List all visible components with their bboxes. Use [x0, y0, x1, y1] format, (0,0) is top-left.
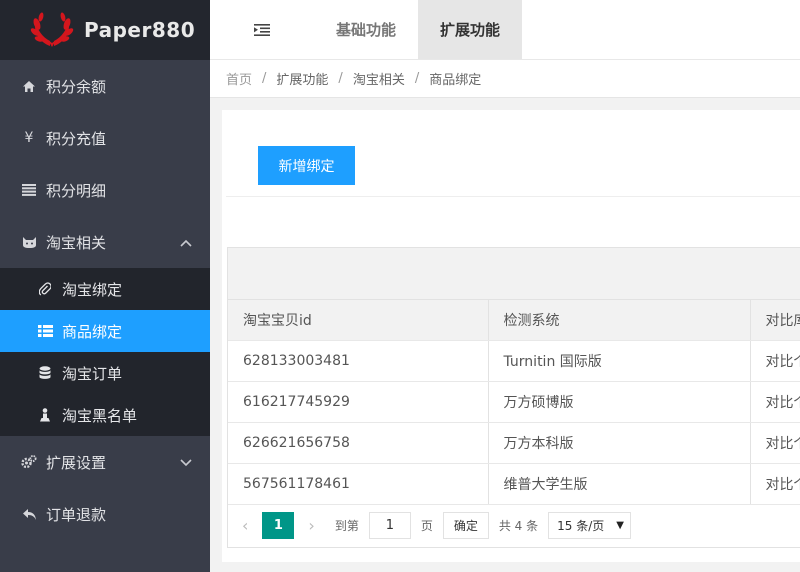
table-cell: 对比个	[750, 340, 800, 382]
jump-label: 到第	[334, 519, 359, 533]
laurel-logo-icon	[30, 12, 74, 47]
table-cell: 628133003481	[228, 340, 489, 382]
reply-icon	[20, 508, 38, 521]
table-list-icon	[36, 325, 54, 337]
content-card: 新增绑定 淘宝宝贝id 检测系统 对比库 628133003481 Turnit…	[222, 110, 800, 562]
chevron-up-icon	[180, 233, 192, 251]
sidebar-item-label: 淘宝黑名单	[62, 406, 138, 425]
table-cell: Turnitin 国际版	[488, 340, 751, 382]
sidebar-item-balance[interactable]: 积分余额	[0, 60, 210, 112]
tab-extended-functions[interactable]: 扩展功能	[418, 0, 523, 59]
cat-icon	[20, 236, 38, 249]
pagination: ‹ 1 › 到第 页 确定 共 4 条 15 条/页 ▼	[228, 505, 800, 547]
gears-icon	[20, 455, 38, 469]
prev-page-icon[interactable]: ‹	[242, 516, 248, 535]
sidebar-toggle-button[interactable]	[210, 0, 314, 59]
sidebar-item-extension-settings[interactable]: 扩展设置	[0, 436, 210, 488]
brand-name: Paper880	[84, 18, 196, 42]
sidebar-item-label: 积分明细	[46, 181, 107, 200]
column-header[interactable]: 淘宝宝贝id	[228, 300, 489, 341]
table-body-clip[interactable]: 淘宝宝贝id 检测系统 对比库 628133003481 Turnitin 国际…	[228, 300, 800, 505]
chevron-down-icon	[180, 453, 192, 471]
table-cell: 维普大学生版	[488, 463, 751, 505]
sidebar-item-label: 淘宝绑定	[62, 280, 123, 299]
table-row[interactable]: 626621656758 万方本科版 对比个	[228, 422, 800, 464]
paperclip-icon	[36, 282, 54, 296]
database-icon	[36, 366, 54, 380]
table-cell: 626621656758	[228, 422, 489, 464]
sidebar-item-label: 扩展设置	[46, 453, 107, 472]
user-icon	[36, 408, 54, 422]
column-header[interactable]: 检测系统	[488, 300, 751, 341]
breadcrumb: 首页 / 扩展功能 / 淘宝相关 / 商品绑定	[210, 60, 800, 98]
sidebar-item-label: 商品绑定	[62, 322, 123, 341]
table-cell: 对比个	[750, 463, 800, 505]
table-cell: 对比个	[750, 422, 800, 464]
current-page[interactable]: 1	[262, 512, 295, 539]
tab-basic-functions[interactable]: 基础功能	[314, 0, 418, 59]
sidebar: Paper880 积分余额 ¥ 积分充值 积分明细 淘宝相关 淘宝绑定 商品绑定…	[0, 0, 210, 572]
total-count: 共 4 条	[498, 519, 539, 533]
breadcrumb-separator: /	[414, 71, 420, 86]
table-row[interactable]: 628133003481 Turnitin 国际版 对比个	[228, 340, 800, 382]
sidebar-item-taobao[interactable]: 淘宝相关	[0, 216, 210, 268]
home-icon	[20, 80, 38, 93]
sidebar-item-label: 积分充值	[46, 129, 107, 148]
table-cell: 万方硕博版	[488, 381, 751, 423]
table-row[interactable]: 616217745929 万方硕博版 对比个	[228, 381, 800, 423]
breadcrumb-separator: /	[338, 71, 343, 86]
column-header[interactable]: 对比库	[750, 300, 800, 341]
breadcrumb-extended[interactable]: 扩展功能	[276, 69, 328, 88]
page-unit-label: 页	[420, 519, 433, 533]
breadcrumb-taobao[interactable]: 淘宝相关	[353, 69, 405, 88]
breadcrumb-current: 商品绑定	[429, 73, 482, 88]
sidebar-submenu-taobao: 淘宝绑定 商品绑定 淘宝订单 淘宝黑名单	[0, 268, 210, 436]
sidebar-item-label: 淘宝订单	[62, 364, 123, 383]
sidebar-item-product-binding[interactable]: 商品绑定	[0, 310, 210, 352]
yen-icon: ¥	[24, 130, 34, 146]
sidebar-item-details[interactable]: 积分明细	[0, 164, 210, 216]
sidebar-item-refund[interactable]: 订单退款	[0, 488, 210, 540]
data-table: 淘宝宝贝id 检测系统 对比库 628133003481 Turnitin 国际…	[227, 247, 800, 548]
sidebar-item-label: 积分余额	[46, 77, 107, 96]
sidebar-item-recharge[interactable]: ¥ 积分充值	[0, 112, 210, 164]
sidebar-item-taobao-binding[interactable]: 淘宝绑定	[0, 268, 210, 310]
logo[interactable]: Paper880	[0, 0, 210, 60]
breadcrumb-separator: /	[262, 71, 267, 86]
menu-fold-icon	[254, 23, 270, 36]
page-size-value: 15 条/页	[557, 519, 605, 533]
table-toolbar	[228, 248, 800, 300]
jump-confirm-button[interactable]: 确定	[442, 512, 489, 539]
top-header: 基础功能 扩展功能	[210, 0, 800, 60]
table-cell: 567561178461	[228, 463, 489, 505]
add-binding-button[interactable]: 新增绑定	[258, 146, 355, 185]
table-cell: 万方本科版	[488, 422, 751, 464]
table-header-row: 淘宝宝贝id 检测系统 对比库	[228, 300, 800, 341]
page-jump-input[interactable]	[368, 512, 411, 539]
table-row[interactable]: 567561178461 维普大学生版 对比个	[228, 463, 800, 505]
table-cell: 对比个	[750, 381, 800, 423]
sidebar-item-taobao-orders[interactable]: 淘宝订单	[0, 352, 210, 394]
divider	[226, 196, 800, 197]
list-icon	[20, 184, 38, 196]
sidebar-item-label: 订单退款	[46, 505, 107, 524]
sidebar-item-taobao-blacklist[interactable]: 淘宝黑名单	[0, 394, 210, 436]
table-cell: 616217745929	[228, 381, 489, 423]
breadcrumb-home[interactable]: 首页	[226, 69, 252, 88]
page-size-select[interactable]: 15 条/页 ▼	[548, 512, 631, 539]
chevron-down-icon: ▼	[616, 520, 624, 531]
next-page-icon[interactable]: ›	[308, 516, 314, 535]
sidebar-item-label: 淘宝相关	[46, 233, 107, 252]
